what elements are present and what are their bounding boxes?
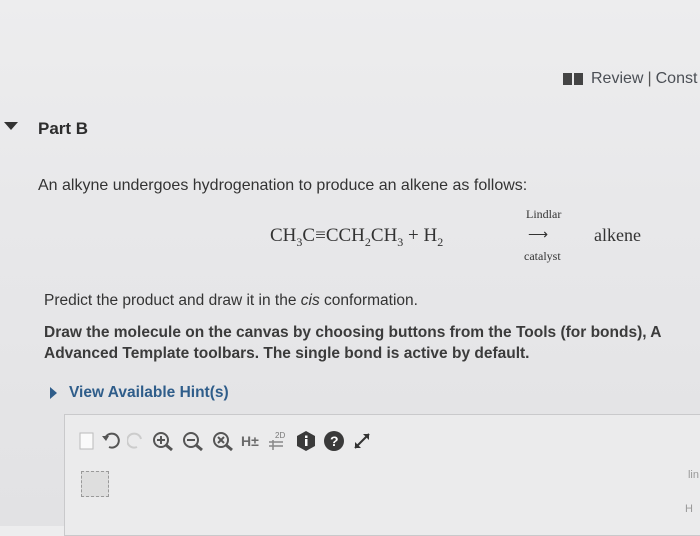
new-icon[interactable] — [79, 429, 95, 453]
info-icon[interactable] — [295, 429, 317, 453]
zoom-reset-icon[interactable] — [211, 429, 235, 453]
drawing-instructions: Draw the molecule on the canvas by choos… — [44, 324, 662, 362]
svg-text:2D: 2D — [275, 431, 285, 440]
zoom-out-icon[interactable] — [181, 429, 205, 453]
view-hints-link[interactable]: View Available Hint(s) — [50, 384, 229, 402]
review-link[interactable]: Review — [591, 70, 643, 88]
question-intro: An alkyne undergoes hydrogenation to pro… — [38, 177, 528, 194]
corner-label-top: lin — [687, 469, 699, 481]
part-title: Part B — [38, 119, 89, 138]
reaction-arrow: ⟶ — [528, 228, 549, 243]
constants-link[interactable]: Const — [656, 70, 698, 88]
undo-icon[interactable] — [101, 429, 121, 453]
add-hydrogens-button[interactable]: H± — [241, 429, 259, 453]
hint-label: View Available Hint(s) — [69, 384, 229, 401]
zoom-in-icon[interactable] — [151, 429, 175, 453]
reaction-equation: CH3C≡CCH2CH3 + H2 Lindlar ⟶ catalyst alk… — [270, 205, 690, 271]
2d-clean-icon[interactable]: 2D — [265, 429, 289, 453]
select-tool-button[interactable] — [81, 471, 109, 497]
product-label: alkene — [594, 225, 641, 245]
svg-text:?: ? — [330, 433, 339, 449]
book-icon — [563, 73, 583, 85]
editor-toolbar: H± 2D ? — [79, 427, 379, 455]
corner-label-bottom: H — [685, 503, 693, 515]
expand-arrow-icon — [50, 387, 57, 399]
fullscreen-icon[interactable] — [351, 429, 373, 453]
review-constants-bar: Review | Const — [563, 70, 697, 88]
help-icon[interactable]: ? — [323, 429, 345, 453]
catalyst-label-top: Lindlar — [526, 207, 562, 221]
reactants: CH3C≡CCH2CH3 + H2 — [270, 225, 444, 249]
separator: | — [647, 70, 652, 87]
redo-icon[interactable] — [127, 429, 145, 453]
catalyst-label-bottom: catalyst — [524, 249, 561, 263]
molecule-editor[interactable]: H± 2D ? lin H — [64, 414, 700, 536]
predict-text: Predict the product and draw it in the c… — [44, 292, 418, 309]
collapse-toggle-icon[interactable] — [4, 122, 18, 130]
